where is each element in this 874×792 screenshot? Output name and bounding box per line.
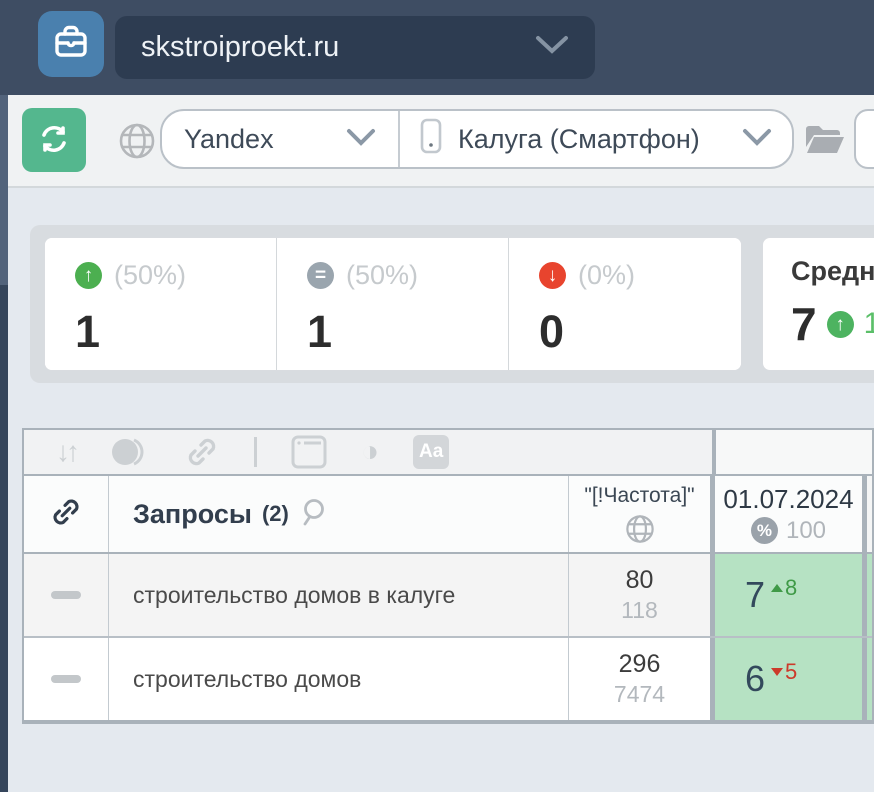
globe-icon (625, 514, 655, 549)
equal-circle-icon: = (307, 262, 334, 289)
position-value: 7 (745, 577, 765, 613)
filters-toolbar: Yandex Калуга (Смартфон) (8, 95, 874, 188)
position-delta-down: 5 (771, 659, 797, 685)
triangle-up-icon (771, 584, 783, 592)
stat-percent: (0%) (578, 260, 635, 291)
average-position-delta: 1 (864, 307, 874, 341)
position-delta-up: 8 (771, 575, 797, 601)
date-snapshot-count: 100 (786, 517, 826, 545)
delta-value: 8 (785, 575, 797, 601)
frequency-value: 296 (619, 650, 661, 679)
project-briefcase-button[interactable] (38, 11, 104, 77)
next-position-sliver (867, 554, 872, 636)
link-icon (49, 495, 83, 534)
row-link-cell[interactable] (24, 638, 109, 720)
stat-value: 1 (75, 309, 276, 354)
next-column-sliver (867, 476, 872, 552)
query-cell[interactable]: строительство домов в калуге (109, 554, 569, 636)
date-label: 01.07.2024 (723, 484, 853, 515)
frequency-label: "[!Частота]" (584, 484, 694, 508)
case-icon[interactable]: Aa (413, 435, 449, 469)
rank-tracker-app: skstroiproekt.ru (0, 0, 874, 792)
frequency-sub-value: 118 (621, 597, 658, 624)
delta-value: 5 (785, 659, 797, 685)
table-toolbar-right (716, 430, 872, 474)
arrow-up-circle-icon: ↑ (75, 262, 102, 289)
briefcase-icon (51, 22, 91, 67)
search-engine-value: Yandex (184, 124, 274, 155)
queries-count: (2) (262, 501, 289, 527)
table-toolbar-icons: ↓↑ (24, 430, 712, 474)
top-bar: skstroiproekt.ru (0, 0, 874, 95)
row-link-cell[interactable] (24, 554, 109, 636)
query-text: строительство домов (133, 666, 361, 693)
position-value: 6 (745, 661, 765, 697)
queries-column-header[interactable]: Запросы (2) (109, 476, 569, 552)
refresh-icon (36, 121, 72, 160)
search-engine-select[interactable]: Yandex (162, 111, 400, 167)
frequency-column-header[interactable]: "[!Частота]" (569, 476, 710, 552)
table-row[interactable]: строительство домов 296 7474 6 5 (24, 638, 872, 722)
arrow-down-circle-icon: ↓ (539, 262, 566, 289)
globe-icon (118, 122, 156, 165)
summary-panel: ↑ (50%) 1 = (50%) 1 ↓ (0%) 0 С (30, 225, 874, 383)
stat-card-same: = (50%) 1 (277, 238, 509, 370)
left-scroll-track (0, 95, 8, 792)
refresh-button[interactable] (22, 108, 86, 172)
position-cell[interactable]: 7 8 (715, 554, 862, 636)
percent-icon: % (751, 517, 778, 544)
arrow-up-circle-icon: ↑ (827, 311, 854, 338)
stat-card-down: ↓ (0%) 0 (509, 238, 741, 370)
stat-card-up: ↑ (50%) 1 (45, 238, 277, 370)
table-toolbar: ↓↑ (24, 430, 872, 476)
triangle-down-icon (771, 668, 783, 676)
link-column-header[interactable] (24, 476, 109, 552)
stat-percent: (50%) (346, 260, 418, 291)
date-column-header[interactable]: 01.07.2024 % 100 (715, 476, 862, 552)
average-position-card: Средня 7 ↑ 1 (762, 237, 874, 371)
overlapping-circles-icon[interactable] (110, 435, 150, 469)
project-selector[interactable]: skstroiproekt.ru (115, 16, 595, 79)
chevron-down-icon (742, 124, 772, 155)
link-icon[interactable] (184, 434, 220, 470)
summary-cards-group: ↑ (50%) 1 = (50%) 1 ↓ (0%) 0 (44, 237, 742, 371)
frequency-value: 80 (626, 566, 654, 595)
average-position-value: 7 (791, 301, 817, 347)
frequency-cell: 80 118 (569, 554, 710, 636)
smartphone-icon (420, 118, 442, 161)
dash-icon (51, 675, 81, 683)
table-row[interactable]: строительство домов в калуге 80 118 7 8 (24, 554, 872, 638)
query-text: строительство домов в калуге (133, 582, 455, 609)
clipped-toolbar-control[interactable] (854, 109, 874, 169)
toolbar-divider (254, 437, 257, 467)
region-value: Калуга (Смартфон) (458, 124, 700, 155)
chevron-down-icon (535, 34, 569, 61)
stat-value: 1 (307, 309, 508, 354)
sort-icon[interactable]: ↓↑ (56, 436, 76, 468)
project-domain: skstroiproekt.ru (141, 31, 339, 64)
contrast-icon[interactable]: ◑ (361, 437, 379, 467)
search-filters-group: Yandex Калуга (Смартфон) (160, 109, 794, 169)
keywords-table: ↓↑ (22, 428, 874, 724)
chevron-down-icon (346, 124, 376, 155)
scrollbar-thumb[interactable] (0, 95, 8, 285)
queries-label: Запросы (133, 499, 252, 530)
region-select[interactable]: Калуга (Смартфон) (400, 111, 792, 167)
next-position-sliver (867, 638, 872, 720)
query-cell[interactable]: строительство домов (109, 638, 569, 720)
folder-icon[interactable] (804, 121, 846, 162)
search-icon[interactable] (301, 497, 331, 532)
frequency-sub-value: 7474 (614, 681, 665, 708)
dash-icon (51, 591, 81, 599)
frequency-cell: 296 7474 (569, 638, 710, 720)
window-icon[interactable] (291, 435, 327, 469)
position-cell[interactable]: 6 5 (715, 638, 862, 720)
average-position-title: Средня (791, 256, 874, 287)
stat-value: 0 (539, 309, 741, 354)
stat-percent: (50%) (114, 260, 186, 291)
table-header-row: Запросы (2) "[!Частота]" (24, 476, 872, 554)
